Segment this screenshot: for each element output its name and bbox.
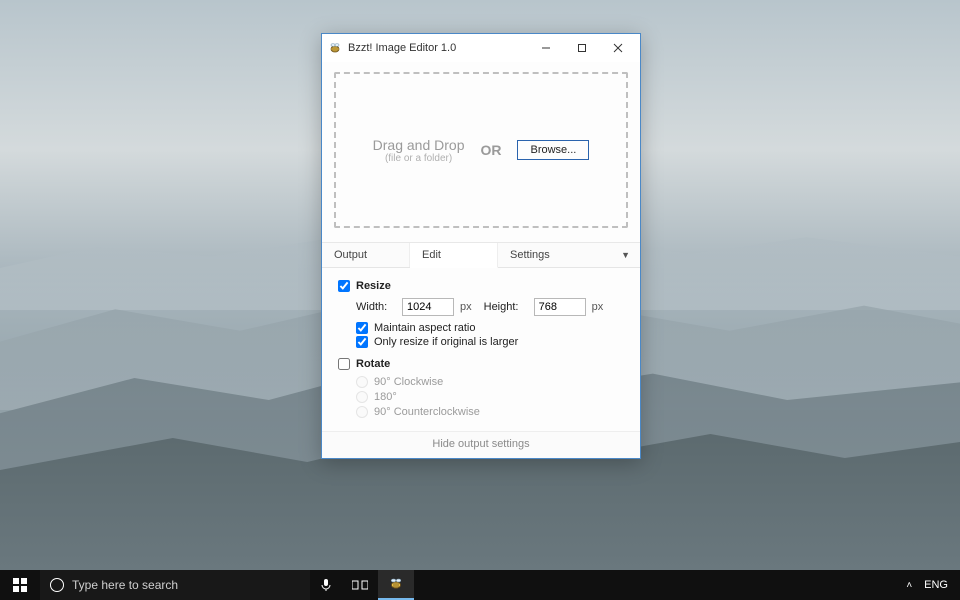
rotate-options: 90° Clockwise 180° 90° Counterclockwise <box>356 376 624 418</box>
rotate-90cw-radio[interactable] <box>356 376 368 388</box>
only-if-larger-label: Only resize if original is larger <box>374 336 518 348</box>
rotate-checkbox[interactable] <box>338 358 350 370</box>
titlebar[interactable]: Bzzt! Image Editor 1.0 <box>322 34 640 62</box>
bee-icon <box>328 41 342 55</box>
resize-checkbox[interactable] <box>338 280 350 292</box>
cortana-icon <box>50 578 64 592</box>
only-if-larger-row: Only resize if original is larger <box>356 336 624 348</box>
dropzone-sub-label: (file or a folder) <box>373 153 465 164</box>
width-unit: px <box>460 301 472 313</box>
language-indicator[interactable]: ENG <box>924 579 948 591</box>
rotate-180-radio[interactable] <box>356 391 368 403</box>
rotate-label: Rotate <box>356 358 390 370</box>
rotate-section: Rotate 90° Clockwise 180° 90° Counterclo… <box>338 358 624 418</box>
task-view-button[interactable] <box>342 570 378 600</box>
system-tray: ˄ ENG <box>894 570 960 600</box>
rotate-180-label: 180° <box>374 391 397 403</box>
chevron-down-icon: ▼ <box>621 250 630 260</box>
app-window: Bzzt! Image Editor 1.0 Drag and Drop (fi… <box>321 33 641 459</box>
close-button[interactable] <box>600 36 636 60</box>
rotate-section-header: Rotate <box>338 358 624 370</box>
task-view-icon <box>352 579 368 591</box>
browse-button[interactable]: Browse... <box>517 140 589 160</box>
resize-label: Resize <box>356 280 391 292</box>
maintain-ratio-label: Maintain aspect ratio <box>374 322 476 334</box>
tab-edit[interactable]: Edit <box>410 243 498 268</box>
edit-panel: Resize Width: px Height: px Maintain asp… <box>322 268 640 431</box>
rotate-90ccw-radio[interactable] <box>356 406 368 418</box>
bee-icon <box>388 576 404 592</box>
tab-settings-label: Settings <box>510 249 550 261</box>
windows-icon <box>13 578 27 592</box>
minimize-button[interactable] <box>528 36 564 60</box>
height-input[interactable] <box>534 298 586 316</box>
dropzone-text: Drag and Drop (file or a folder) <box>373 137 465 164</box>
start-button[interactable] <box>0 570 40 600</box>
rotate-option-row: 90° Counterclockwise <box>356 406 624 418</box>
dropzone-main-label: Drag and Drop <box>373 137 465 153</box>
height-label: Height: <box>484 301 528 313</box>
tabs: Output Edit Settings ▼ <box>322 242 640 268</box>
rotate-option-row: 90° Clockwise <box>356 376 624 388</box>
maintain-ratio-checkbox[interactable] <box>356 322 368 334</box>
desktop-background: Bzzt! Image Editor 1.0 Drag and Drop (fi… <box>0 0 960 600</box>
resize-dimensions-row: Width: px Height: px <box>356 298 624 316</box>
taskbar: Type here to search ˄ ENG <box>0 570 960 600</box>
tab-output[interactable]: Output <box>322 243 410 267</box>
microphone-icon <box>320 578 332 592</box>
resize-section-header: Resize <box>338 280 624 292</box>
taskbar-app-bzzt[interactable] <box>378 570 414 600</box>
dropzone-or-label: OR <box>480 142 501 158</box>
only-if-larger-checkbox[interactable] <box>356 336 368 348</box>
height-unit: px <box>592 301 604 313</box>
maximize-button[interactable] <box>564 36 600 60</box>
rotate-option-row: 180° <box>356 391 624 403</box>
taskbar-search[interactable]: Type here to search <box>40 570 310 600</box>
hide-output-settings-link[interactable]: Hide output settings <box>322 431 640 458</box>
rotate-90cw-label: 90° Clockwise <box>374 376 443 388</box>
mic-button[interactable] <box>310 570 342 600</box>
width-label: Width: <box>356 301 396 313</box>
tab-settings[interactable]: Settings ▼ <box>498 243 640 267</box>
width-input[interactable] <box>402 298 454 316</box>
window-title: Bzzt! Image Editor 1.0 <box>348 42 528 54</box>
rotate-90ccw-label: 90° Counterclockwise <box>374 406 480 418</box>
tray-overflow-button[interactable]: ˄ <box>906 580 912 591</box>
search-placeholder: Type here to search <box>72 578 178 592</box>
maintain-ratio-row: Maintain aspect ratio <box>356 322 624 334</box>
dropzone[interactable]: Drag and Drop (file or a folder) OR Brow… <box>334 72 628 228</box>
